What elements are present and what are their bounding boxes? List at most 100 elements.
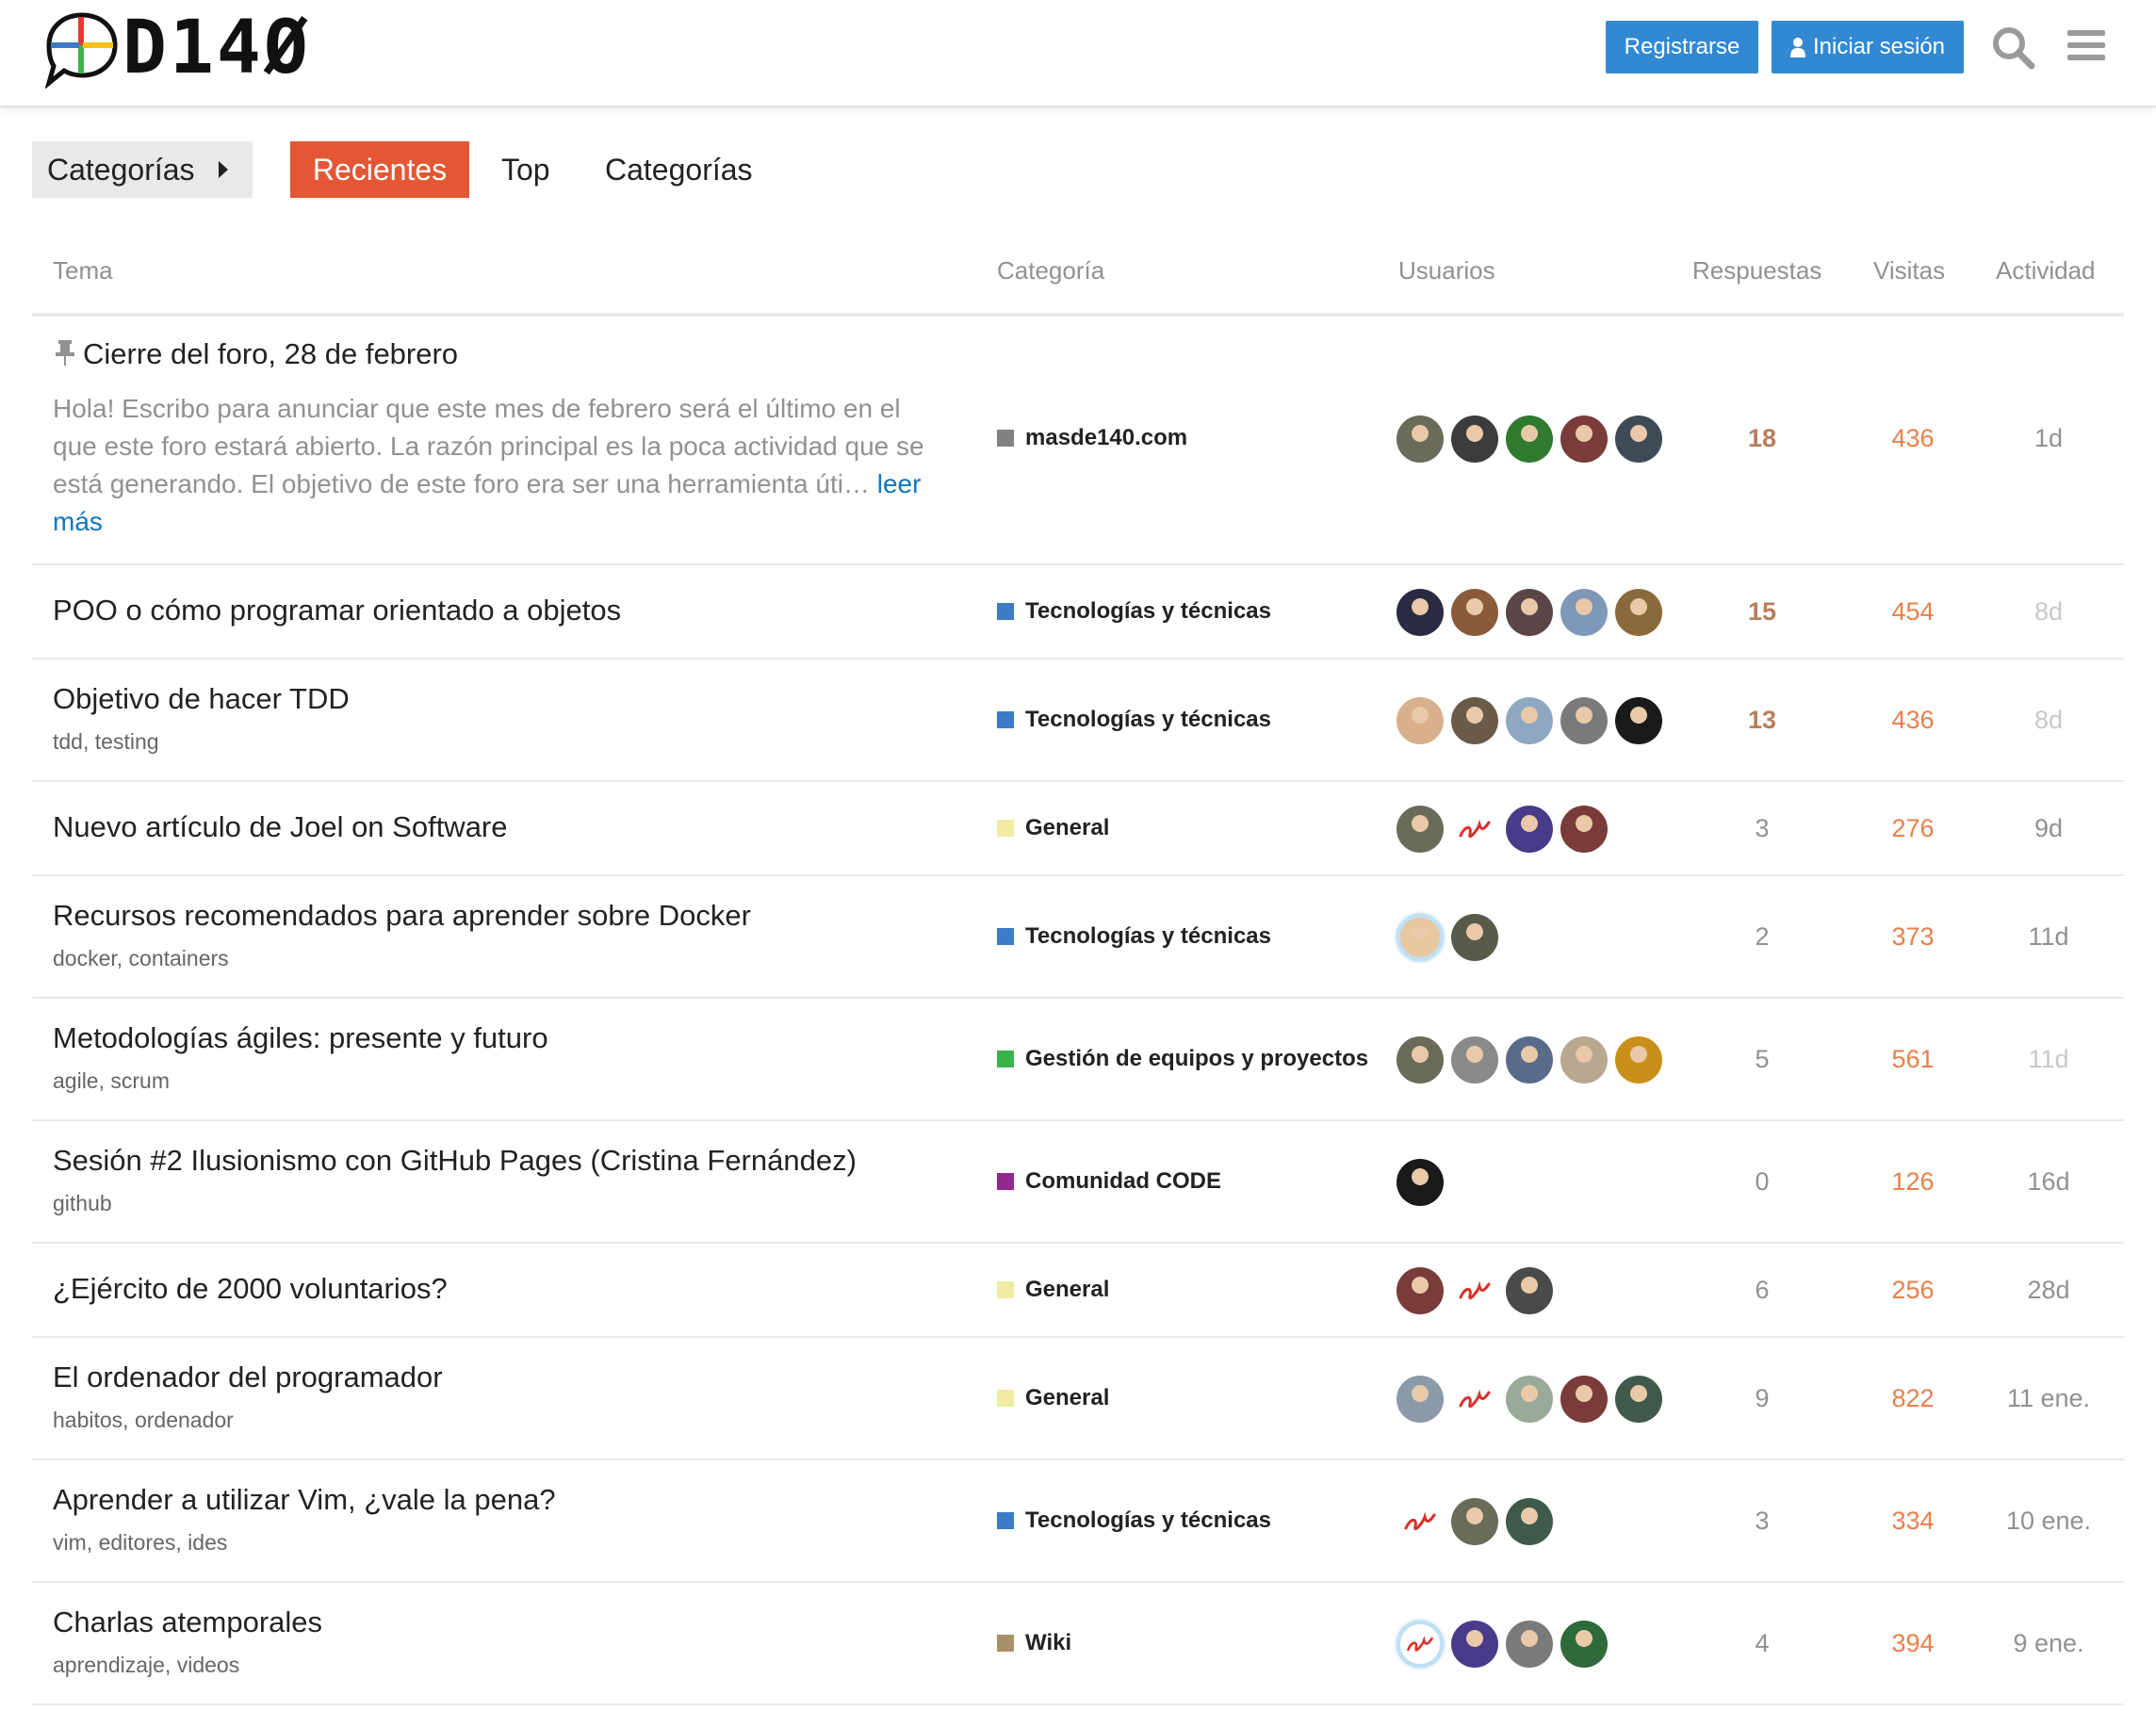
user-avatar[interactable] <box>1506 1498 1553 1545</box>
topic-row[interactable]: Aprender a utilizar Vim, ¿vale la pena? v… <box>32 1460 2124 1583</box>
category-badge[interactable]: Tecnologías y técnicas <box>997 707 1271 733</box>
tag-link[interactable]: aprendizaje <box>53 1653 165 1677</box>
user-avatar[interactable] <box>1451 589 1498 636</box>
activity-age[interactable]: 11 ene. <box>1992 1384 2105 1413</box>
activity-age[interactable]: 16d <box>1992 1167 2105 1197</box>
topic-row[interactable]: POO o cómo programar orientado a objetos… <box>32 565 2124 660</box>
category-badge[interactable]: Tecnologías y técnicas <box>997 598 1271 625</box>
topic-title-link[interactable]: Cierre del foro, 28 de febrero <box>53 337 458 371</box>
user-avatar[interactable] <box>1506 1036 1553 1084</box>
user-avatar[interactable] <box>1560 416 1608 463</box>
user-avatar[interactable] <box>1451 1267 1498 1314</box>
activity-age[interactable]: 8d <box>1992 706 2105 735</box>
activity-age[interactable]: 28d <box>1992 1276 2105 1305</box>
activity-age[interactable]: 8d <box>1992 597 2105 627</box>
user-avatar[interactable] <box>1506 589 1553 636</box>
tab-categorias[interactable]: Categorías <box>605 141 753 198</box>
column-header-category[interactable]: Categoría <box>997 256 1104 285</box>
user-avatar[interactable] <box>1451 416 1498 463</box>
column-header-replies[interactable]: Respuestas <box>1692 256 1821 285</box>
user-avatar[interactable] <box>1560 1036 1608 1084</box>
tag-link[interactable]: github <box>53 1191 112 1215</box>
topic-row[interactable]: ¿Ejército de 2000 voluntarios? General 6 25… <box>32 1244 2124 1338</box>
user-avatar[interactable] <box>1506 697 1553 744</box>
category-badge[interactable]: General <box>997 1277 1109 1303</box>
user-avatar[interactable] <box>1560 589 1608 636</box>
topic-row[interactable]: Objetivo de hacer TDD tdd, testing Tecnolo… <box>32 660 2124 782</box>
tag-link[interactable]: docker <box>53 946 117 970</box>
column-header-activity[interactable]: Actividad <box>1996 256 2096 285</box>
category-badge[interactable]: Gestión de equipos y proyectos <box>997 1046 1368 1072</box>
user-avatar[interactable] <box>1506 1621 1553 1668</box>
topic-row[interactable]: Charlas atemporales aprendizaje, videos Wi… <box>32 1583 2124 1705</box>
category-badge[interactable]: Tecnologías y técnicas <box>997 923 1271 950</box>
topic-title-link[interactable]: El ordenador del programador <box>53 1361 443 1394</box>
tag-link[interactable]: scrum <box>110 1068 170 1093</box>
tag-link[interactable]: ides <box>188 1530 227 1555</box>
topic-title-link[interactable]: Charlas atemporales <box>53 1605 322 1639</box>
user-avatar[interactable] <box>1560 697 1608 744</box>
category-badge[interactable]: General <box>997 1385 1109 1411</box>
topic-row[interactable]: Sesión #2 Ilusionismo con GitHub Pages (… <box>32 1121 2124 1244</box>
login-button[interactable]: Iniciar sesión <box>1772 21 1964 73</box>
tab-top[interactable]: Top <box>501 141 550 198</box>
topic-title-link[interactable]: Sesión #2 Ilusionismo con GitHub Pages (… <box>53 1144 857 1178</box>
user-avatar[interactable] <box>1396 1621 1444 1668</box>
user-avatar[interactable] <box>1506 416 1553 463</box>
user-avatar[interactable] <box>1615 697 1662 744</box>
tag-link[interactable]: vim <box>53 1530 87 1555</box>
category-badge[interactable]: Comunidad CODE <box>997 1168 1221 1195</box>
activity-age[interactable]: 9 ene. <box>1992 1629 2105 1658</box>
user-avatar[interactable] <box>1396 1159 1444 1206</box>
user-avatar[interactable] <box>1451 806 1498 853</box>
tag-link[interactable]: videos <box>177 1653 239 1677</box>
category-badge[interactable]: General <box>997 815 1109 841</box>
user-avatar[interactable] <box>1396 1498 1444 1545</box>
topic-row[interactable]: Nuevo artículo de Joel on Software Genera… <box>32 782 2124 876</box>
topic-title-link[interactable]: Metodologías ágiles: presente y futuro <box>53 1021 548 1055</box>
user-avatar[interactable] <box>1506 806 1553 853</box>
hamburger-menu-icon[interactable] <box>2066 26 2107 64</box>
user-avatar[interactable] <box>1396 697 1444 744</box>
user-avatar[interactable] <box>1506 1267 1553 1314</box>
column-header-views[interactable]: Visitas <box>1873 256 1945 285</box>
tag-link[interactable]: tdd <box>53 729 83 754</box>
user-avatar[interactable] <box>1451 1498 1498 1545</box>
activity-age[interactable]: 11d <box>1992 1045 2105 1074</box>
user-avatar[interactable] <box>1396 1267 1444 1314</box>
topic-title-link[interactable]: Objetivo de hacer TDD <box>53 682 350 716</box>
topic-title-link[interactable]: ¿Ejército de 2000 voluntarios? <box>53 1272 448 1306</box>
activity-age[interactable]: 1d <box>1992 424 2105 453</box>
user-avatar[interactable] <box>1451 914 1498 961</box>
user-avatar[interactable] <box>1615 589 1662 636</box>
topic-title-link[interactable]: Aprender a utilizar Vim, ¿vale la pena? <box>53 1483 556 1517</box>
user-avatar[interactable] <box>1451 697 1498 744</box>
tag-link[interactable]: habitos <box>53 1408 122 1432</box>
user-avatar[interactable] <box>1560 806 1608 853</box>
user-avatar[interactable] <box>1396 806 1444 853</box>
user-avatar[interactable] <box>1451 1036 1498 1084</box>
user-avatar[interactable] <box>1506 1376 1553 1423</box>
tab-recientes[interactable]: Recientes <box>290 141 469 198</box>
register-button[interactable]: Registrarse <box>1606 21 1758 73</box>
category-badge[interactable]: Wiki <box>997 1630 1071 1656</box>
user-avatar[interactable] <box>1396 1376 1444 1423</box>
categories-dropdown[interactable]: Categorías <box>32 141 253 198</box>
topic-row[interactable]: Metodologías ágiles: presente y futuro ag… <box>32 999 2124 1121</box>
column-header-topic[interactable]: Tema <box>53 256 113 285</box>
user-avatar[interactable] <box>1396 589 1444 636</box>
tag-link[interactable]: testing <box>95 729 159 754</box>
user-avatar[interactable] <box>1560 1376 1608 1423</box>
tag-link[interactable]: editores <box>99 1530 176 1555</box>
topic-title-link[interactable]: POO o cómo programar orientado a objetos <box>53 594 621 627</box>
activity-age[interactable]: 11d <box>1992 922 2105 952</box>
tag-link[interactable]: ordenador <box>135 1408 234 1432</box>
activity-age[interactable]: 9d <box>1992 814 2105 843</box>
tag-link[interactable]: agile <box>53 1068 99 1093</box>
user-avatar[interactable] <box>1615 1036 1662 1084</box>
user-avatar[interactable] <box>1451 1376 1498 1423</box>
user-avatar[interactable] <box>1396 914 1444 961</box>
user-avatar[interactable] <box>1451 1621 1498 1668</box>
user-avatar[interactable] <box>1615 416 1662 463</box>
category-badge[interactable]: Tecnologías y técnicas <box>997 1507 1271 1534</box>
